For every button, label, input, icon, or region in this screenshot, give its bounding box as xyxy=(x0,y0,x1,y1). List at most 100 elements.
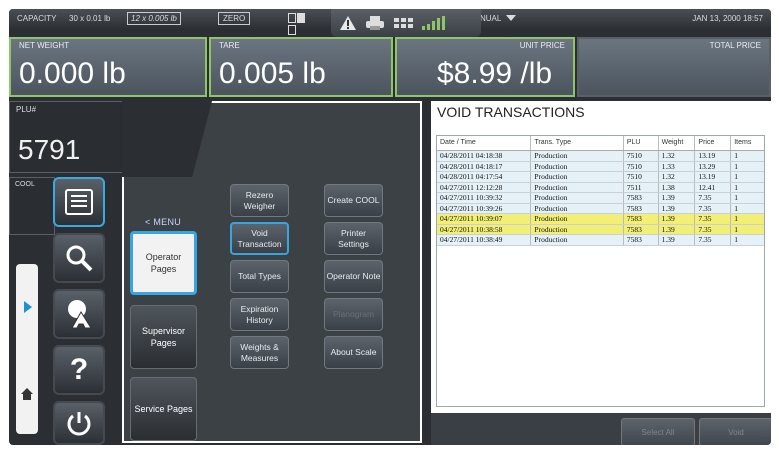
void-transactions-panel: VOID TRANSACTIONS Date / Time Trans. Typ… xyxy=(431,101,771,445)
table-cell: 1 xyxy=(734,224,738,234)
table-cell: 7583 xyxy=(624,193,659,203)
select-all-button[interactable]: Select All xyxy=(621,418,695,445)
table-cell: Production xyxy=(531,235,624,245)
table-cell: Production xyxy=(531,203,624,213)
table-cell: 1.39 xyxy=(659,235,696,245)
create-cool-button[interactable]: Create COOL xyxy=(324,184,383,217)
table-cell: 04/27/2011 10:39:32 xyxy=(437,193,532,203)
about-scale-button[interactable]: About Scale xyxy=(324,336,383,369)
printer-settings-button[interactable]: Printer Settings xyxy=(324,222,383,255)
table-cell: 7.35 xyxy=(695,224,732,234)
status-icons xyxy=(331,9,481,37)
tare-value: 0.005 lb xyxy=(219,57,326,90)
column-header[interactable]: Price xyxy=(695,136,732,150)
tare-panel[interactable]: TARE 0.005 lb xyxy=(209,37,393,97)
table-cell: 1 xyxy=(734,203,738,213)
search-icon xyxy=(66,245,93,272)
table-cell: 1.39 xyxy=(659,214,696,224)
home-icon[interactable] xyxy=(20,387,34,401)
table-cell: 7583 xyxy=(624,214,659,224)
menu-back-link[interactable]: < MENU xyxy=(145,217,181,227)
table-cell: 7.35 xyxy=(695,193,732,203)
void-panel-title: VOID TRANSACTIONS xyxy=(437,104,585,120)
table-cell: 1.32 xyxy=(659,151,696,161)
expand-arrow-icon[interactable] xyxy=(24,301,32,313)
table-row[interactable]: 04/27/2011 10:38:58 Production 7583 1.39 7.3… xyxy=(437,224,764,235)
table-cell: Production xyxy=(531,172,624,182)
cool-panel[interactable]: COOL xyxy=(9,177,55,235)
weights-and-measures-button[interactable]: Weights & Measures xyxy=(230,336,289,369)
table-cell: 7510 xyxy=(624,151,659,161)
table-body: 04/28/2011 04:18:38 Production 7510 1.32 13.… xyxy=(437,151,764,246)
table-cell: 04/27/2011 10:39:07 xyxy=(437,214,532,224)
datetime: JAN 13, 2000 18:57 xyxy=(692,14,763,23)
side-tab[interactable] xyxy=(16,264,38,434)
total-types-button[interactable]: Total Types xyxy=(230,260,289,293)
table-cell: 1.39 xyxy=(659,193,696,203)
capacity-label: CAPACITY xyxy=(17,14,57,23)
rezero-weigher-button[interactable]: Rezero Weigher xyxy=(230,184,289,217)
table-row[interactable]: 04/27/2011 10:38:49 Production 7583 1.39 7.3… xyxy=(437,235,764,246)
supervisor-pages-button[interactable]: Supervisor Pages xyxy=(130,305,197,369)
table-cell: 04/27/2011 12:12:28 xyxy=(437,182,532,192)
void-button[interactable]: Void xyxy=(699,418,771,445)
help-icon: ? xyxy=(69,353,89,386)
total-price-label: TOTAL PRICE xyxy=(709,41,761,50)
column-header[interactable]: Trans. Type xyxy=(531,136,624,150)
table-cell: 1 xyxy=(734,151,738,160)
column-header[interactable]: PLU xyxy=(624,136,659,150)
planogram-button: Planogram xyxy=(324,298,383,331)
table-cell: 13.19 xyxy=(695,172,732,182)
total-price-panel: TOTAL PRICE xyxy=(577,37,771,97)
table-cell: Production xyxy=(531,214,624,224)
column-header[interactable]: Date / Time xyxy=(437,136,532,150)
table-cell: 13.19 xyxy=(695,151,732,161)
table-row[interactable]: 04/27/2011 12:12:28 Production 7511 1.38 12.… xyxy=(437,182,764,193)
table-cell: 1 xyxy=(734,235,738,244)
unit-price-panel[interactable]: UNIT PRICE $8.99 /lb xyxy=(395,37,575,97)
table-cell: 1 xyxy=(734,214,738,223)
table-cell: 7583 xyxy=(624,235,659,245)
table-cell: Production xyxy=(531,182,624,192)
table-cell: 1.38 xyxy=(659,182,696,192)
table-cell: Production xyxy=(531,151,624,161)
operator-note-button[interactable]: Operator Note xyxy=(324,260,383,293)
help-button[interactable]: ? xyxy=(53,345,105,395)
expiration-history-button[interactable]: Expiration History xyxy=(230,298,289,331)
table-row[interactable]: 04/27/2011 10:39:32 Production 7583 1.39 7.3… xyxy=(437,193,764,204)
tare-label: TARE xyxy=(219,41,240,50)
power-icon xyxy=(67,412,91,436)
operator-pages-button[interactable]: Operator Pages xyxy=(130,231,197,295)
scale-screen: CAPACITY 30 x 0.01 lb 12 x 0.005 lb ZERO… xyxy=(9,9,771,445)
table-cell: 04/28/2011 04:18:17 xyxy=(437,161,532,171)
printer-icon xyxy=(366,16,384,30)
table-cell: 04/27/2011 10:39:26 xyxy=(437,203,532,213)
mode-dropdown-icon[interactable] xyxy=(506,15,516,21)
column-header[interactable]: Weight xyxy=(659,136,696,150)
table-cell: 04/27/2011 10:38:58 xyxy=(437,224,532,234)
net-weight-value: 0.000 lb xyxy=(19,57,126,90)
search-button[interactable] xyxy=(53,233,105,283)
table-cell: Production xyxy=(531,161,624,171)
column-header[interactable]: Items xyxy=(731,136,764,150)
table-cell: 7.35 xyxy=(695,203,732,213)
table-cell: 7583 xyxy=(624,224,659,234)
void-transaction-button[interactable]: Void Transaction xyxy=(230,222,289,255)
menu-list-button[interactable] xyxy=(53,177,105,227)
table-cell: 7510 xyxy=(624,172,659,182)
power-button[interactable] xyxy=(53,401,105,445)
table-cell: 12.41 xyxy=(695,182,732,192)
table-cell: 1 xyxy=(734,161,738,171)
cool-label: COOL xyxy=(15,181,35,188)
transactions-table[interactable]: Date / Time Trans. Type PLU Weight Price… xyxy=(436,135,765,407)
language-button[interactable] xyxy=(53,289,105,339)
table-row[interactable]: 04/28/2011 04:18:38 Production 7510 1.32 13.… xyxy=(437,151,764,162)
table-cell: 1.39 xyxy=(659,224,696,234)
table-row[interactable]: 04/28/2011 04:17:54 Production 7510 1.32 13.… xyxy=(437,172,764,183)
table-row[interactable]: 04/27/2011 10:39:26 Production 7583 1.39 7.3… xyxy=(437,203,764,214)
table-row[interactable]: 04/27/2011 10:39:07 Production 7583 1.39 7.3… xyxy=(437,214,764,225)
table-row[interactable]: 04/28/2011 04:18:17 Production 7510 1.33 13.… xyxy=(437,161,764,172)
table-cell: 04/28/2011 04:18:38 xyxy=(437,151,532,161)
capacity-value-1: 30 x 0.01 lb xyxy=(69,14,111,23)
service-pages-button[interactable]: Service Pages xyxy=(130,377,197,441)
